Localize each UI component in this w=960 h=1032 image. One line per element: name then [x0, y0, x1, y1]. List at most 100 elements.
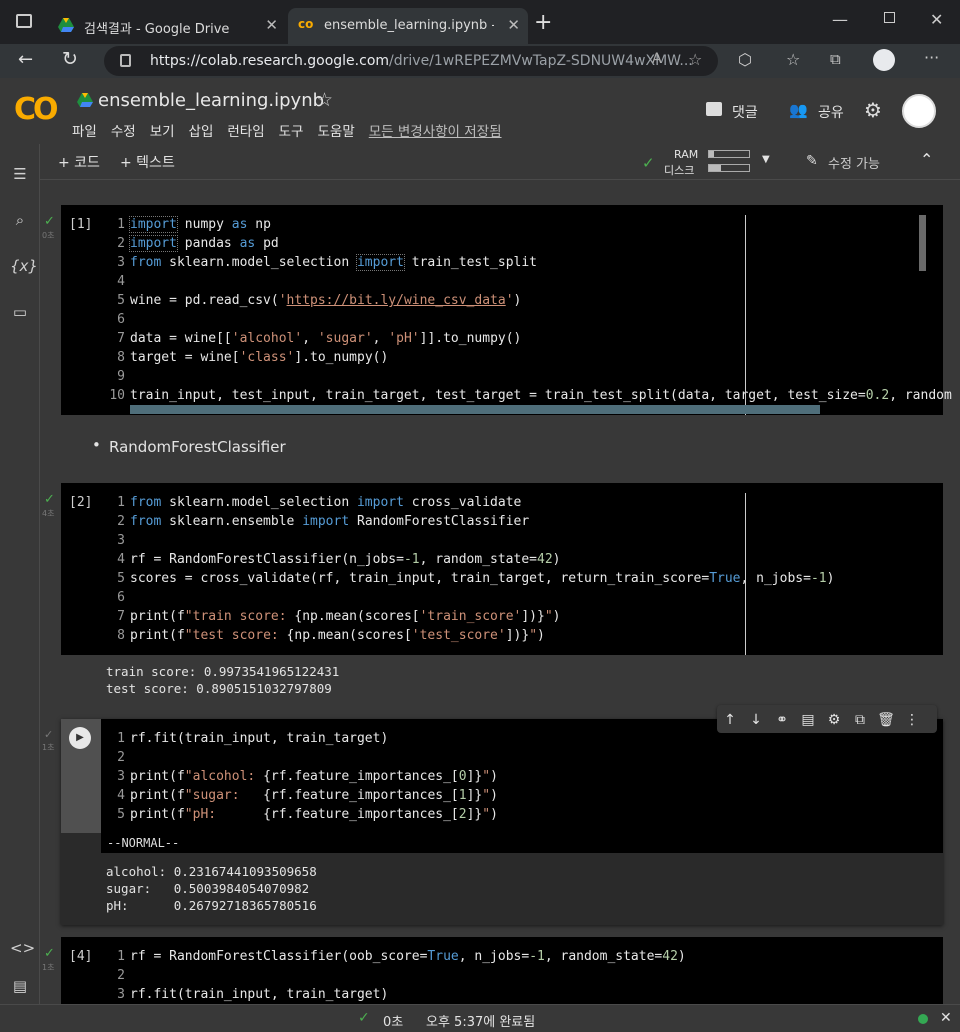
edit-mode-button[interactable]: 수정 가능 — [828, 153, 880, 172]
cell-toolbar: ↑ ↓ ⚭ ▤ ⚙ ⧉ 🗑 ⋮ — [717, 705, 937, 733]
code-cell-4[interactable]: [4] 1 rf = RandomForestClassifier(oob_sco… — [61, 937, 943, 1004]
menu-bar: 파일 수정 보기 삽입 런타임 도구 도움말 모든 변경사항이 저장됨 — [72, 120, 516, 140]
text-cell-heading[interactable]: RandomForestClassifier — [109, 438, 286, 456]
close-window-icon[interactable]: ✕ — [930, 10, 943, 29]
code-cell-3[interactable]: ▶ 1 rf.fit(train_input, train_target) 2 3… — [61, 705, 943, 925]
horizontal-scrollbar[interactable] — [130, 405, 820, 414]
cell-4-number: [4] — [69, 949, 93, 964]
move-down-icon[interactable]: ↓ — [743, 712, 769, 728]
more-vert-icon[interactable]: ⋮ — [899, 712, 925, 728]
menu-view[interactable]: 보기 — [150, 124, 175, 140]
vertical-scrollbar[interactable] — [919, 215, 926, 271]
minimize-icon[interactable]: — — [832, 10, 848, 29]
browser-window: 검색결과 - Google Drive ✕ co ensemble_learni… — [0, 0, 960, 1032]
google-drive-icon — [77, 93, 93, 107]
delete-icon[interactable]: 🗑 — [873, 712, 899, 728]
add-text-button[interactable]: + 텍스트 — [120, 152, 175, 172]
cell-4-ok-icon: ✓ — [44, 946, 55, 961]
comment-icon — [706, 102, 722, 116]
toc-icon[interactable]: ☰ — [10, 164, 30, 184]
cell-3-output: alcohol: 0.23167441093509658 sugar: 0.500… — [106, 863, 317, 914]
search-icon[interactable]: ⌕ — [10, 210, 30, 230]
close-status-icon[interactable]: ✕ — [940, 1010, 952, 1026]
pencil-icon: ✎ — [806, 153, 818, 169]
menu-file[interactable]: 파일 — [72, 124, 97, 140]
tab-google-drive[interactable]: 검색결과 - Google Drive ✕ — [48, 8, 286, 44]
close-icon[interactable]: ✕ — [507, 16, 520, 34]
colab-tab-icon: co — [298, 17, 314, 31]
cell-settings-icon[interactable]: ⚙ — [821, 712, 847, 728]
menu-tools[interactable]: 도구 — [279, 124, 304, 140]
more-icon[interactable]: ··· — [924, 48, 939, 67]
tab-bar: 검색결과 - Google Drive ✕ co ensemble_learni… — [0, 0, 960, 44]
favorite-icon[interactable]: ☆ — [688, 50, 702, 69]
status-check-icon: ✓ — [358, 1010, 370, 1026]
menu-insert[interactable]: 삽입 — [189, 124, 214, 140]
vim-mode-label: --NORMAL-- — [107, 836, 180, 850]
colab-logo[interactable]: CO — [14, 92, 58, 127]
connected-check-icon: ✓ — [642, 154, 655, 172]
disk-meter[interactable] — [708, 164, 750, 172]
new-tab-icon[interactable]: + — [534, 10, 552, 35]
output-line: sugar: 0.5003984054070982 — [106, 881, 310, 896]
output-line: pH: 0.26792718365780516 — [106, 898, 317, 913]
output-line: train score: 0.9973541965122431 — [106, 664, 340, 679]
star-icon[interactable]: ☆ — [316, 89, 333, 111]
connection-dot-icon — [918, 1014, 928, 1024]
cell-3-editor[interactable]: 1 rf.fit(train_input, train_target) 2 3 pr… — [101, 719, 943, 833]
folder-icon[interactable]: ▭ — [10, 302, 30, 322]
avatar[interactable] — [902, 94, 936, 128]
extensions-icon[interactable]: ⬡ — [738, 50, 752, 69]
code-snippets-icon[interactable]: <> — [10, 938, 35, 958]
move-up-icon[interactable]: ↑ — [717, 712, 743, 728]
reload-icon[interactable]: ↻ — [62, 48, 78, 70]
comment-button[interactable]: 댓글 — [732, 102, 758, 122]
share-button[interactable]: 공유 — [818, 102, 844, 122]
profile-icon[interactable] — [873, 49, 895, 71]
tab-title: ensemble_learning.ipynb - Colab — [324, 18, 494, 33]
ram-label: RAM — [674, 148, 699, 161]
collapse-header-icon[interactable]: ⌃ — [920, 150, 933, 169]
tab-actions-icon[interactable] — [16, 14, 32, 28]
save-status[interactable]: 모든 변경사항이 저장됨 — [369, 124, 502, 140]
menu-help[interactable]: 도움말 — [317, 124, 354, 140]
terminal-icon[interactable]: ▤ — [10, 976, 30, 996]
cell-2-number: [2] — [69, 495, 93, 510]
read-aloud-icon[interactable]: A — [652, 51, 662, 67]
mirror-cell-icon[interactable]: ⧉ — [847, 712, 873, 728]
variables-icon[interactable]: {x} — [10, 256, 38, 276]
maximize-icon[interactable] — [884, 12, 895, 23]
menu-edit[interactable]: 수정 — [111, 124, 136, 140]
run-cell-button[interactable]: ▶ — [69, 727, 91, 749]
cell-4-time: 1초 — [42, 963, 55, 972]
vim-mode-bar: --NORMAL-- — [101, 833, 943, 853]
address-bar: ← ↻ https://colab.research.google.com/dr… — [0, 44, 960, 78]
tab-title: 검색결과 - Google Drive — [84, 22, 230, 37]
runtime-dropdown-icon[interactable]: ▼ — [762, 154, 770, 165]
cell-4-code[interactable]: 1 rf = RandomForestClassifier(oob_score=T… — [109, 947, 686, 1004]
ram-meter[interactable] — [708, 150, 750, 158]
google-drive-icon — [58, 18, 74, 32]
close-icon[interactable]: ✕ — [265, 16, 278, 34]
favorites-icon[interactable]: ☆ — [786, 50, 800, 69]
ruler-line — [745, 215, 746, 415]
cell-3-code[interactable]: 1 rf.fit(train_input, train_target) 2 3 pr… — [109, 729, 498, 824]
cell-2-code[interactable]: 1 from sklearn.model_selection import cro… — [109, 493, 834, 645]
link-icon[interactable]: ⚭ — [769, 712, 795, 728]
collections-icon[interactable]: ⧉ — [830, 50, 841, 68]
comment-icon[interactable]: ▤ — [795, 712, 821, 728]
url-field[interactable]: https://colab.research.google.com/drive/… — [104, 46, 718, 76]
tab-colab[interactable]: co ensemble_learning.ipynb - Colab ✕ — [288, 8, 528, 44]
ruler-line — [745, 493, 746, 655]
url-path: /drive/1wREPEZMVwTapZ-SDNUW4wXMW... — [389, 53, 693, 69]
add-code-button[interactable]: + 코드 — [58, 152, 100, 172]
notebook-title[interactable]: ensemble_learning.ipynb — [98, 90, 324, 111]
cell-2-time: 4초 — [42, 509, 55, 518]
back-icon[interactable]: ← — [18, 49, 33, 70]
completion-status[interactable]: 오후 5:37에 완료됨 — [426, 1011, 535, 1030]
code-cell-1[interactable]: [1] 1 import numpy as np 2 import pandas a… — [61, 205, 952, 415]
code-cell-2[interactable]: [2] 1 from sklearn.model_selection import… — [61, 483, 943, 655]
menu-runtime[interactable]: 런타임 — [227, 124, 264, 140]
cell-1-code[interactable]: 1 import numpy as np 2 import pandas as pd… — [109, 215, 952, 405]
settings-icon[interactable]: ⚙ — [864, 98, 882, 122]
